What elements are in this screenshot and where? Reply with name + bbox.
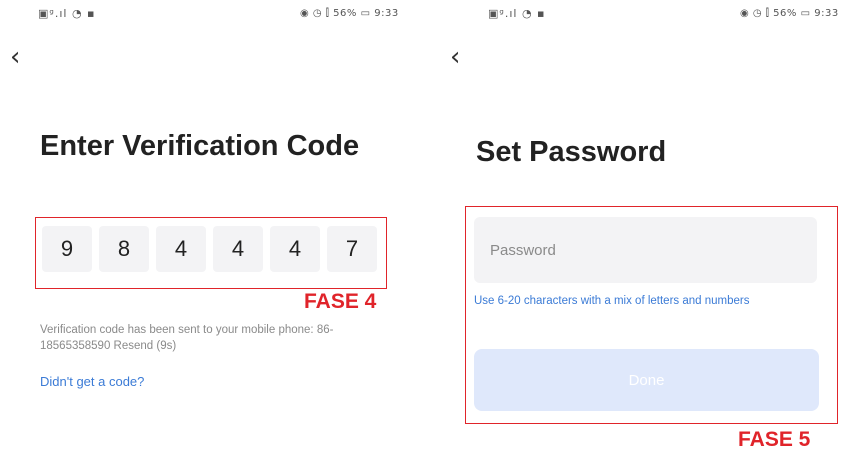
status-right-icons: ◉ ◷ ⫿ 56% ▭ 9:33	[300, 8, 399, 19]
highlight-box	[465, 206, 838, 424]
didnt-get-code-link[interactable]: Didn't get a code?	[40, 374, 144, 389]
verification-info-text: Verification code has been sent to your …	[40, 324, 334, 352]
back-icon[interactable]: ‹	[10, 44, 20, 70]
verification-screen: ▣ᵍ.ıl ◔ ▪ ◉ ◷ ⫿ 56% ▭ 9:33 ‹ Enter Verif…	[0, 0, 425, 454]
signal-wifi-icons: ▣ᵍ.ıl ◔ ▪	[38, 7, 96, 20]
status-bar: ▣ᵍ.ıl ◔ ▪ ◉ ◷ ⫿ 56% ▭ 9:33	[425, 6, 850, 24]
signal-wifi-icons: ▣ᵍ.ıl ◔ ▪	[488, 7, 546, 20]
status-right-icons: ◉ ◷ ⫿ 56% ▭ 9:33	[740, 8, 839, 19]
phase-label: FASE 5	[738, 428, 811, 451]
page-title: Enter Verification Code	[40, 130, 360, 162]
phase-label: FASE 4	[304, 290, 377, 313]
page-title: Set Password	[476, 136, 667, 168]
status-bar: ▣ᵍ.ıl ◔ ▪ ◉ ◷ ⫿ 56% ▭ 9:33	[0, 6, 425, 24]
back-icon[interactable]: ‹	[450, 44, 460, 70]
highlight-box	[35, 217, 387, 289]
